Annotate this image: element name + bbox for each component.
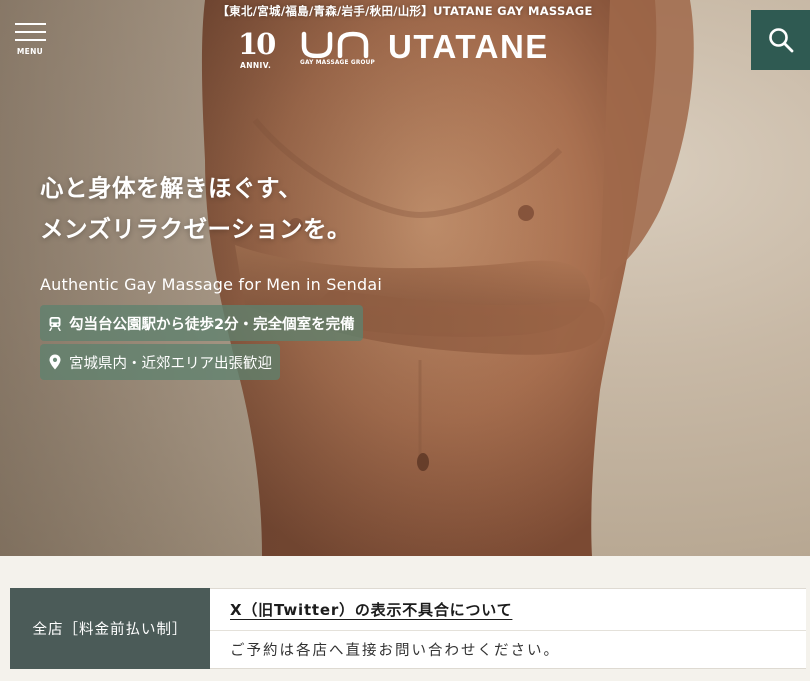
hamburger-icon-bar [15, 31, 46, 33]
group-subtitle: GAY MASSAGE GROUP [300, 60, 375, 66]
site-logo[interactable]: 10 ANNIV. GAY MASSAGE GROUP UTATANE [238, 26, 588, 74]
region-line: 【東北/宮城/福島/青森/岩手/秋田/山形】UTATANE GAY MASSAG… [217, 4, 593, 18]
headline-line1: 心と身体を解きほぐす、 [40, 174, 303, 202]
anniversary-badge: 10 ANNIV. [238, 27, 284, 71]
headline-line2: メンズリラクゼーションを。 [40, 215, 352, 243]
anniversary-label: ANNIV. [240, 61, 272, 70]
group-mark: GAY MASSAGE GROUP [300, 30, 378, 70]
search-button[interactable] [751, 10, 810, 70]
notice-label: 全店［料金前払い制］ [10, 588, 210, 669]
hero-tagline: Authentic Gay Massage for Men in Sendai [40, 275, 382, 294]
access-text: 勾当台公園駅から徒歩2分・完全個室を完備 [69, 316, 355, 333]
area-text: 宮城県内・近郊エリア出張歓迎 [69, 355, 272, 372]
notice-title-link[interactable]: X（旧Twitter）の表示不具合について [210, 589, 806, 631]
search-icon [768, 28, 793, 53]
un-logo-icon [301, 31, 369, 59]
map-pin-icon [47, 354, 63, 370]
notice-text: ご予約は各店へ直接お問い合わせください。 [230, 643, 560, 659]
notice-body: X（旧Twitter）の表示不具合について ご予約は各店へ直接お問い合わせくださ… [210, 588, 806, 669]
menu-label: MENU [16, 47, 44, 56]
area-chip: 宮城県内・近郊エリア出張歓迎 [40, 344, 280, 380]
hamburger-icon-bar [15, 39, 46, 41]
brand-name: UTATANE [388, 28, 549, 65]
anniversary-number: 10 [238, 27, 276, 61]
notice-bar: 全店［料金前払い制］ X（旧Twitter）の表示不具合について ご予約は各店へ… [10, 588, 806, 669]
hero-copy: 心と身体を解きほぐす、 メンズリラクゼーションを。 Authentic Gay … [40, 168, 382, 294]
hamburger-icon [15, 23, 46, 25]
train-icon [47, 315, 63, 331]
menu-button[interactable]: MENU [14, 20, 48, 60]
access-chip: 勾当台公園駅から徒歩2分・完全個室を完備 [40, 305, 363, 341]
